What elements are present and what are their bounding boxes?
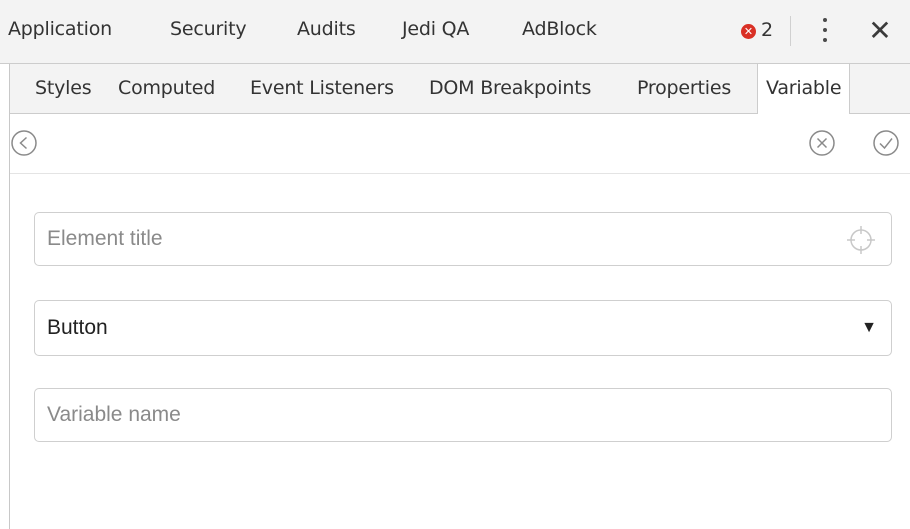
tab-application[interactable]: Application — [8, 18, 112, 40]
tab-styles[interactable]: Styles — [35, 77, 92, 99]
kebab-menu-icon[interactable] — [815, 16, 835, 48]
tab-adblock[interactable]: AdBlock — [522, 18, 597, 40]
tab-jedi-qa[interactable]: Jedi QA — [402, 18, 469, 40]
tab-properties[interactable]: Properties — [637, 77, 731, 99]
devtools-top-tabbar: Application Security Audits Jedi QA AdBl… — [0, 0, 910, 64]
cancel-circle-icon[interactable] — [808, 129, 836, 157]
close-icon[interactable]: ✕ — [866, 15, 894, 47]
divider — [790, 16, 791, 46]
element-title-input[interactable] — [34, 212, 892, 266]
variable-toolbar — [10, 114, 910, 174]
sidebar-panel: Styles Computed Event Listeners DOM Brea… — [9, 64, 910, 529]
back-circle-icon[interactable] — [10, 129, 38, 157]
dropdown-arrow-icon: ▼ — [861, 319, 877, 336]
variable-name-input[interactable] — [34, 388, 892, 442]
element-type-select[interactable]: Button ▼ — [34, 300, 892, 356]
element-type-value: Button — [47, 316, 108, 339]
tab-computed[interactable]: Computed — [118, 77, 215, 99]
tab-variable[interactable]: Variable — [757, 64, 851, 114]
tab-security[interactable]: Security — [170, 18, 247, 40]
crosshair-icon[interactable] — [845, 224, 877, 256]
tab-event-listeners[interactable]: Event Listeners — [250, 77, 394, 99]
check-circle-icon[interactable] — [872, 129, 900, 157]
error-circle-icon[interactable]: ✕ — [741, 24, 756, 39]
error-count[interactable]: 2 — [761, 19, 773, 41]
tab-dom-breakpoints[interactable]: DOM Breakpoints — [429, 77, 591, 99]
sidebar-tabbar: Styles Computed Event Listeners DOM Brea… — [10, 64, 910, 114]
tab-audits[interactable]: Audits — [297, 18, 356, 40]
